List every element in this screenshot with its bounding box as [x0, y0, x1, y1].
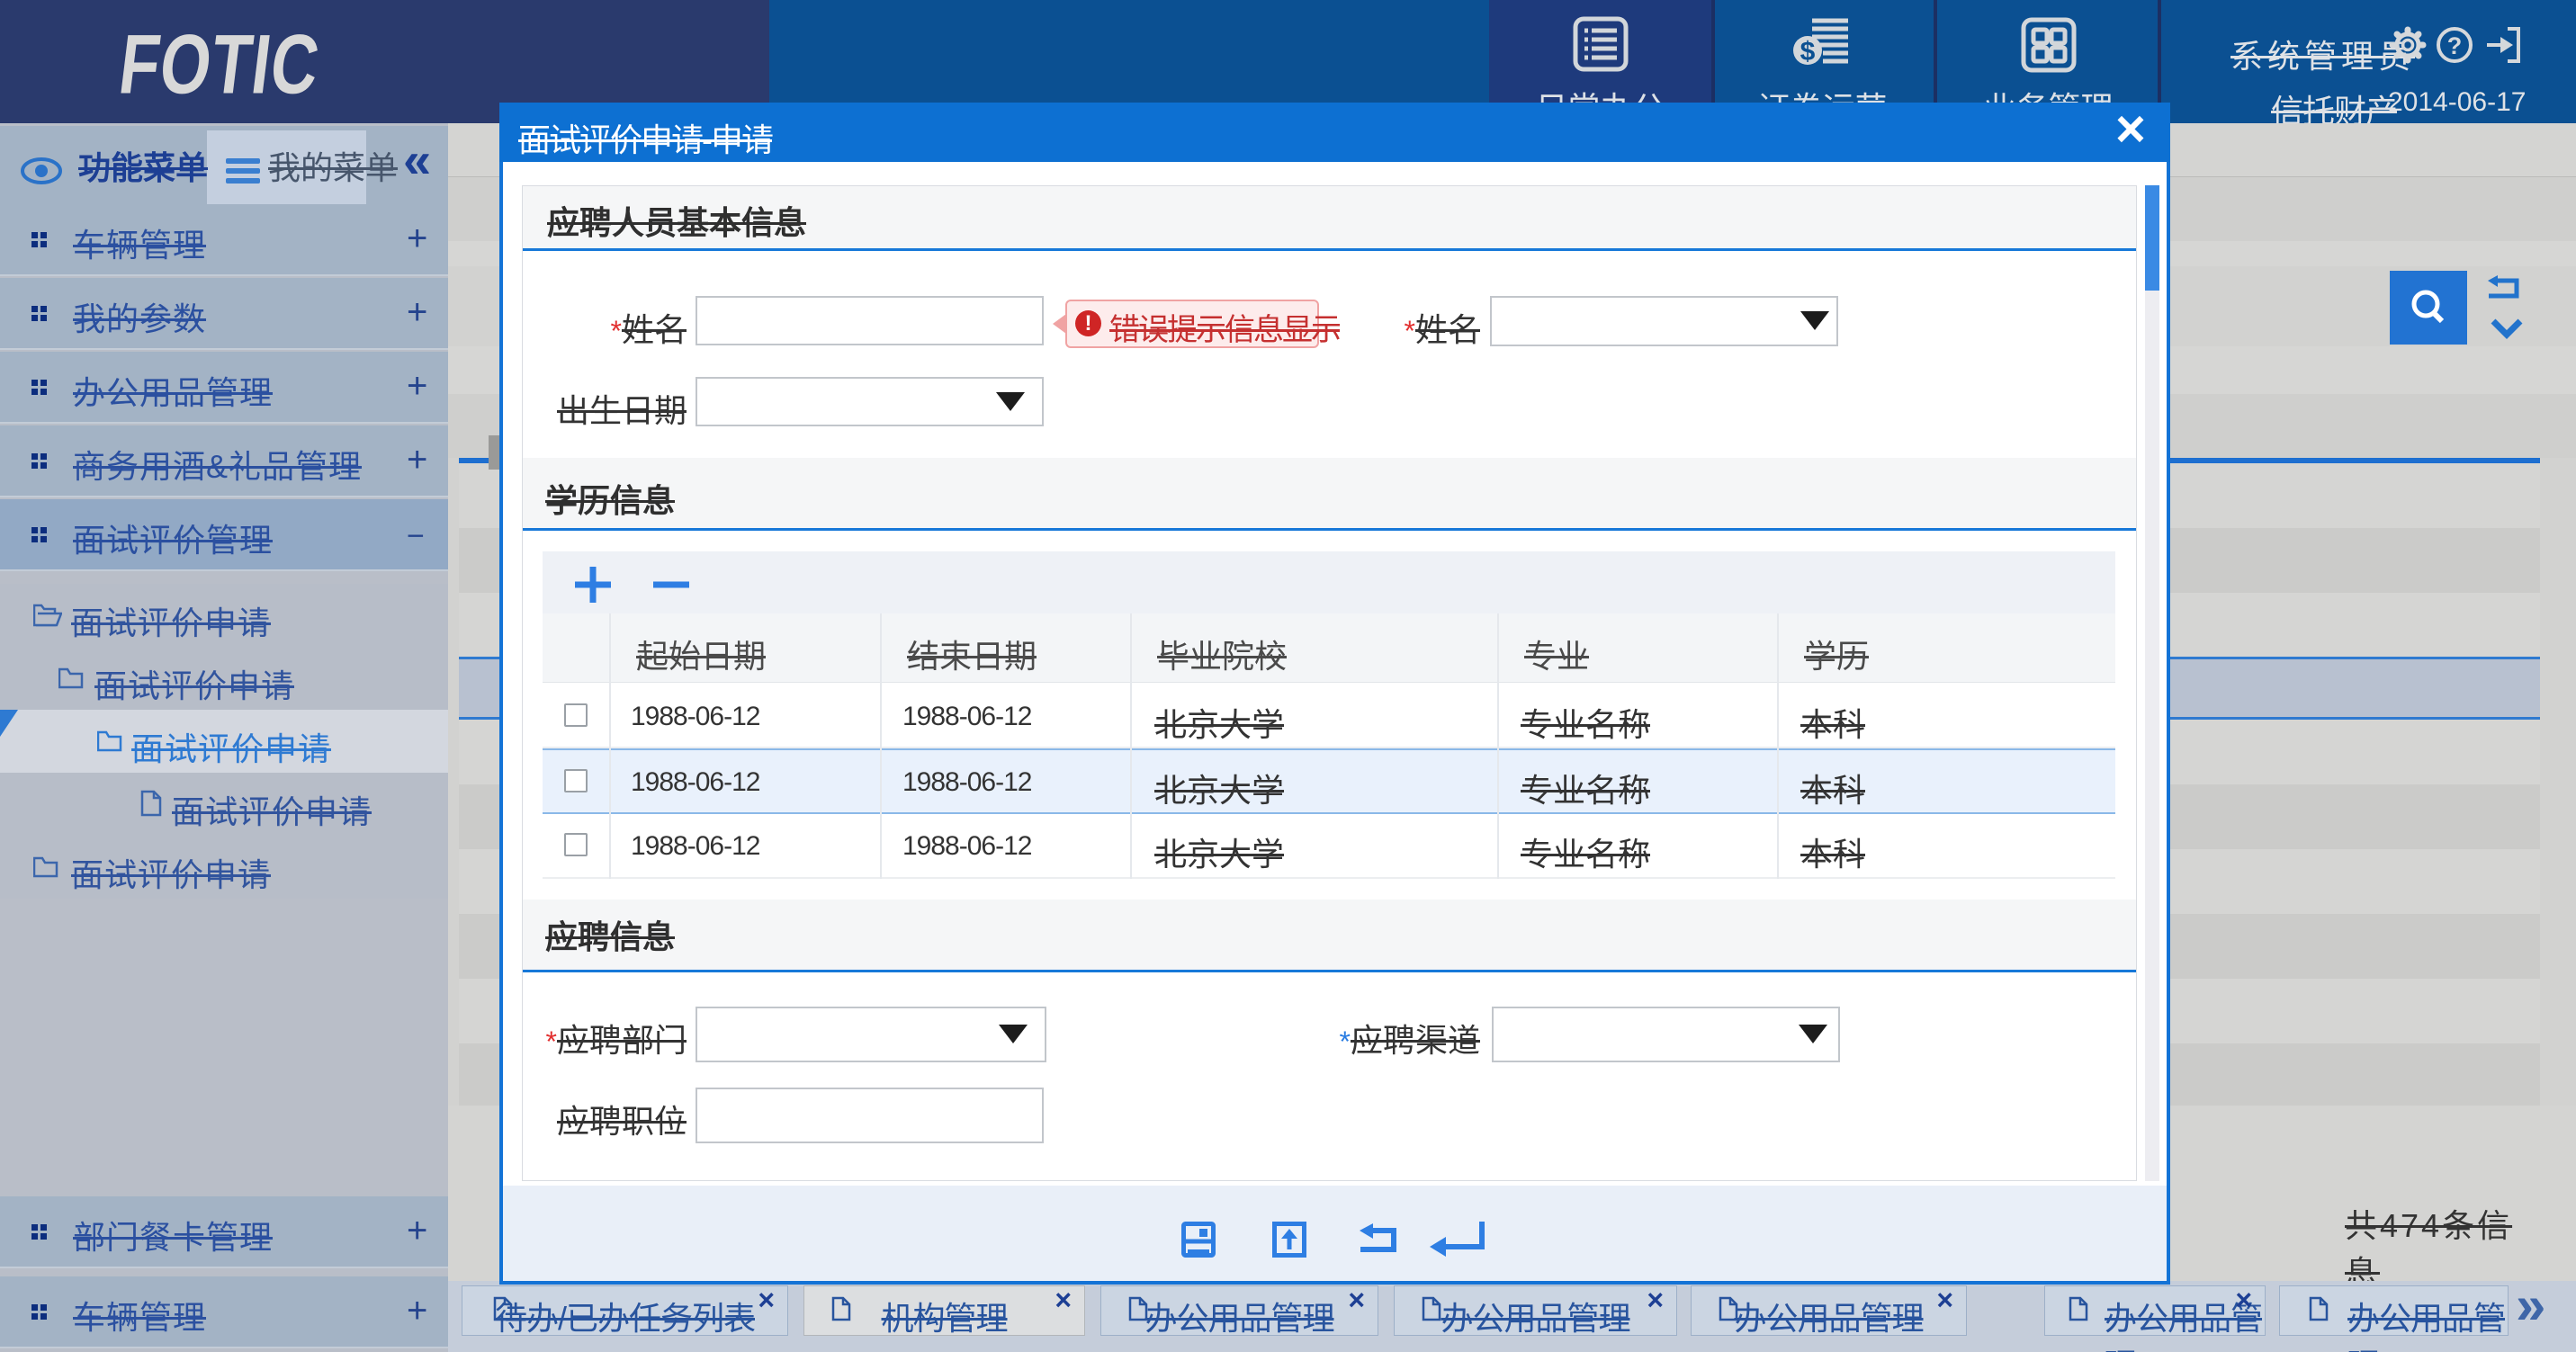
svg-text:$: $: [1800, 37, 1815, 67]
svg-text:?: ?: [2447, 32, 2463, 59]
